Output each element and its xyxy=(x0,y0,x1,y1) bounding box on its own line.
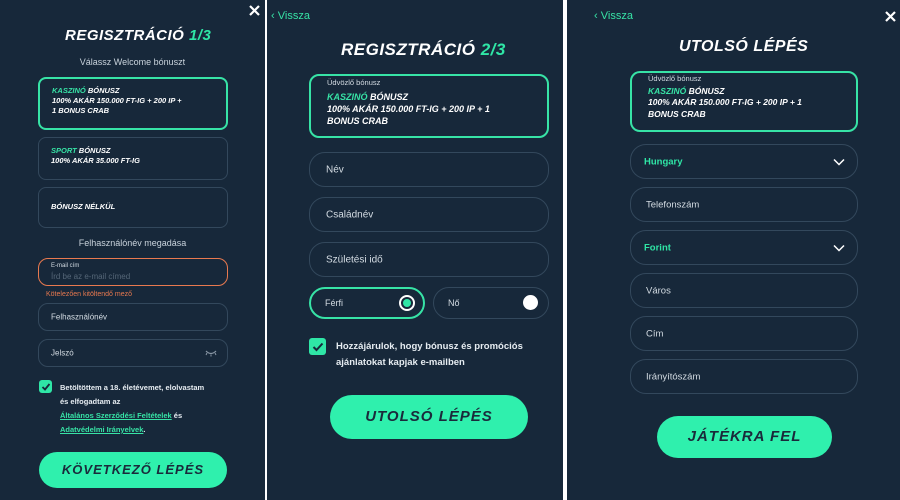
registration-step-2-panel: ‹ Vissza REGISZTRÁCIÓ 2/3 Üdvözlő bónusz… xyxy=(267,0,563,500)
bonus-accent: KASZINÓ xyxy=(52,86,86,95)
bonus-detail-2: 1 BONUS CRAB xyxy=(52,106,110,116)
bonus-detail: 100% AKÁR 150.000 FT-IG + 200 IP + 1 xyxy=(648,97,802,108)
step2-title-text: REGISZTRÁCIÓ xyxy=(341,40,476,59)
gender-male-label: Férfi xyxy=(325,298,343,308)
bonus-option-none[interactable]: BÓNUSZ NÉLKÜL xyxy=(38,187,228,228)
back-button[interactable]: ‹ Vissza xyxy=(271,10,310,22)
gender-female-label: Nő xyxy=(448,298,460,308)
step2-title: REGISZTRÁCIÓ 2/3 xyxy=(341,40,506,60)
terms-line-2: és elfogadtam az xyxy=(60,397,121,406)
bonus-label: BÓNUSZ xyxy=(686,86,725,96)
bonus-detail: 100% AKÁR 35.000 FT-IG xyxy=(51,156,140,166)
phone-input[interactable]: Telefonszám xyxy=(630,187,858,222)
step1-title-text: REGISZTRÁCIÓ xyxy=(65,27,185,44)
bonus-label: BÓNUSZ xyxy=(85,86,120,95)
bonus-accent: KASZINÓ xyxy=(327,92,368,102)
next-step-button[interactable]: KÖVETKEZŐ LÉPÉS xyxy=(39,452,227,488)
back-button[interactable]: ‹ Vissza xyxy=(594,10,633,22)
checkmark-icon xyxy=(41,382,50,391)
marketing-consent-text: Hozzájárulok, hogy bónusz és promóciós a… xyxy=(336,339,523,371)
bonus-label: BÓNUSZ xyxy=(76,146,111,155)
city-placeholder: Város xyxy=(646,285,671,296)
play-button[interactable]: JÁTÉKRA FEL xyxy=(657,416,832,458)
back-label: Vissza xyxy=(600,10,633,22)
registration-step-3-panel: ‹ Vissza UTOLSÓ LÉPÉS Üdvözlő bónusz KAS… xyxy=(567,0,900,500)
last-name-input[interactable]: Családnév xyxy=(309,197,549,232)
marketing-consent-checkbox[interactable] xyxy=(309,338,326,355)
bonus-label: BÓNUSZ xyxy=(367,92,408,102)
terms-and-text: és xyxy=(171,411,183,420)
bonus-caption: Üdvözlő bónusz xyxy=(327,78,381,87)
bonus-detail: 100% AKÁR 150.000 FT-IG + 200 IP + 1 xyxy=(327,104,490,115)
last-name-placeholder: Családnév xyxy=(326,209,374,220)
username-placeholder: Felhasználónév xyxy=(51,312,108,322)
gender-male-radio[interactable] xyxy=(399,295,415,311)
gender-male-option[interactable]: Férfi xyxy=(309,287,425,319)
currency-select[interactable]: Forint xyxy=(630,230,858,265)
bonus-subtitle: Válassz Welcome bónuszt xyxy=(79,57,186,67)
birth-date-input[interactable]: Születési idő xyxy=(309,242,549,277)
hide-password-icon[interactable] xyxy=(205,350,217,357)
chevron-down-icon xyxy=(833,244,845,251)
country-select[interactable]: Hungary xyxy=(630,144,858,179)
bonus-accent: SPORT xyxy=(51,146,77,155)
bonus-detail-2: BONUS CRAB xyxy=(648,108,706,119)
address-input[interactable]: Cím xyxy=(630,316,858,351)
close-icon[interactable] xyxy=(885,11,896,22)
zip-input[interactable]: Irányítószám xyxy=(630,359,858,394)
step2-step-indicator: 2/3 xyxy=(480,40,506,59)
bonus-option-casino[interactable]: KASZINÓ BÓNUSZ 100% AKÁR 150.000 FT-IG +… xyxy=(38,77,228,130)
password-input[interactable]: Jelszó xyxy=(38,339,228,367)
bonus-detail-2: BONUS CRAB xyxy=(327,116,389,127)
privacy-policy-link[interactable]: Adatvédelmi Irányelvek xyxy=(60,425,143,434)
phone-placeholder: Telefonszám xyxy=(646,199,700,210)
terms-line-1: Betöltöttem a 18. életévemet, elolvastam xyxy=(60,383,205,392)
bonus-option-sport[interactable]: SPORT BÓNUSZ 100% AKÁR 35.000 FT-IG xyxy=(38,137,228,180)
first-name-placeholder: Név xyxy=(326,164,344,175)
birth-date-placeholder: Születési idő xyxy=(326,254,383,265)
terms-end-text: . xyxy=(143,425,146,434)
first-name-input[interactable]: Név xyxy=(309,152,549,187)
currency-value: Forint xyxy=(644,242,671,253)
bonus-label: BÓNUSZ NÉLKÜL xyxy=(51,202,116,211)
selected-bonus-card: Üdvözlő bónusz KASZINÓ BÓNUSZ 100% AKÁR … xyxy=(309,74,549,138)
chevron-left-icon: ‹ xyxy=(271,10,275,22)
terms-conditions-link[interactable]: Általános Szerződési Feltételek xyxy=(60,411,172,420)
step1-step-indicator: 1/3 xyxy=(189,27,212,44)
chevron-left-icon: ‹ xyxy=(594,10,598,22)
last-step-button[interactable]: UTOLSÓ LÉPÉS xyxy=(330,395,528,439)
password-placeholder: Jelszó xyxy=(51,348,74,358)
email-input-placeholder: Írd be az e-mail címed xyxy=(51,272,131,281)
selected-bonus-card: Üdvözlő bónusz KASZINÓ BÓNUSZ 100% AKÁR … xyxy=(630,71,858,132)
bonus-caption: Üdvözlő bónusz xyxy=(648,74,702,83)
final-step-title: UTOLSÓ LÉPÉS xyxy=(679,38,809,55)
email-field-label: E-mail cím xyxy=(51,263,80,269)
consent-line-2: ajánlatokat kapjak e-mailben xyxy=(336,357,465,368)
bonus-detail: 100% AKÁR 150.000 FT-IG + 200 IP + xyxy=(52,96,182,106)
zip-placeholder: Irányítószám xyxy=(646,371,701,382)
username-section-heading: Felhasználónév megadása xyxy=(78,238,187,248)
close-icon[interactable] xyxy=(249,5,260,16)
email-error-message: Kötelezően kitöltendő mező xyxy=(46,291,132,298)
consent-line-1: Hozzájárulok, hogy bónusz és promóciós xyxy=(336,341,523,352)
gender-female-radio[interactable] xyxy=(523,295,538,310)
username-input[interactable]: Felhasználónév xyxy=(38,303,228,331)
terms-checkbox[interactable] xyxy=(39,380,52,393)
chevron-down-icon xyxy=(833,158,845,165)
city-input[interactable]: Város xyxy=(630,273,858,308)
address-placeholder: Cím xyxy=(646,328,664,339)
gender-female-option[interactable]: Nő xyxy=(433,287,549,319)
bonus-accent: KASZINÓ xyxy=(648,86,687,96)
back-label: Vissza xyxy=(277,10,310,22)
step1-title: REGISZTRÁCIÓ 1/3 xyxy=(65,27,211,44)
checkmark-icon xyxy=(312,342,323,351)
email-field[interactable]: E-mail cím Írd be az e-mail címed xyxy=(38,258,228,286)
country-value: Hungary xyxy=(644,156,683,167)
registration-step-1-panel: REGISZTRÁCIÓ 1/3 Válassz Welcome bónuszt… xyxy=(0,0,265,500)
terms-text: Betöltöttem a 18. életévemet, elolvastam… xyxy=(60,381,260,437)
